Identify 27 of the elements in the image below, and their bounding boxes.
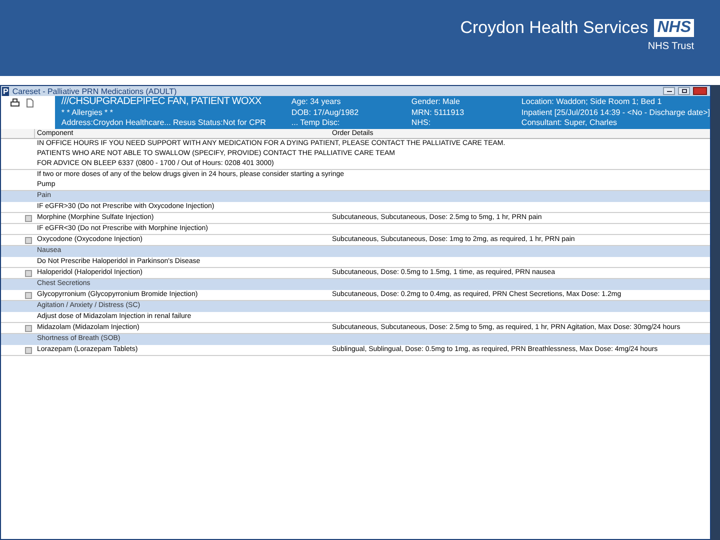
minimize-button[interactable] (663, 87, 675, 95)
banner-text: Age: 34 years (291, 96, 342, 108)
checkbox[interactable] (25, 346, 32, 354)
app-icon: P (2, 86, 10, 96)
banner-text: Address:Croydon Healthcare... Resus Status:Not for CPR (61, 118, 267, 128)
banner-text: MRN: 5111913 (411, 108, 466, 118)
banner-text: NHS: (411, 118, 432, 128)
checkbox[interactable] (25, 236, 32, 244)
banner-text: ///CHSUPGRADEPIPEC FAN, PATIENT WOXX (61, 96, 262, 108)
banner-text: ... Temp Disc: (291, 118, 341, 128)
checkbox[interactable] (25, 214, 32, 222)
checkbox[interactable] (25, 292, 32, 298)
window-title: Careset - Palliative PRN Medications (ADULT) (12, 86, 177, 96)
banner-text: Location: Waddon; Side Room 1; Bed 1 (521, 96, 663, 108)
maximize-button[interactable] (678, 87, 690, 95)
banner-text: DOB: 17/Aug/1982 (291, 108, 360, 118)
banner-text: Inpatient [25/Jul/2016 14:39 - <No - Discharge date>] (521, 108, 710, 118)
checkbox[interactable] (25, 270, 32, 276)
checkbox[interactable] (25, 324, 32, 332)
trust-name: NHS Trust (648, 40, 694, 54)
document-icon[interactable] (25, 98, 35, 108)
banner-text: Gender: Male (411, 96, 461, 108)
nhs-logo: NHS (654, 19, 694, 37)
banner-text: * * Allergies * * (61, 108, 114, 118)
banner-text: Consultant: Super, Charles (521, 118, 618, 128)
printer-icon[interactable] (10, 98, 20, 108)
organisation-name: Croydon Health Services (460, 18, 648, 38)
